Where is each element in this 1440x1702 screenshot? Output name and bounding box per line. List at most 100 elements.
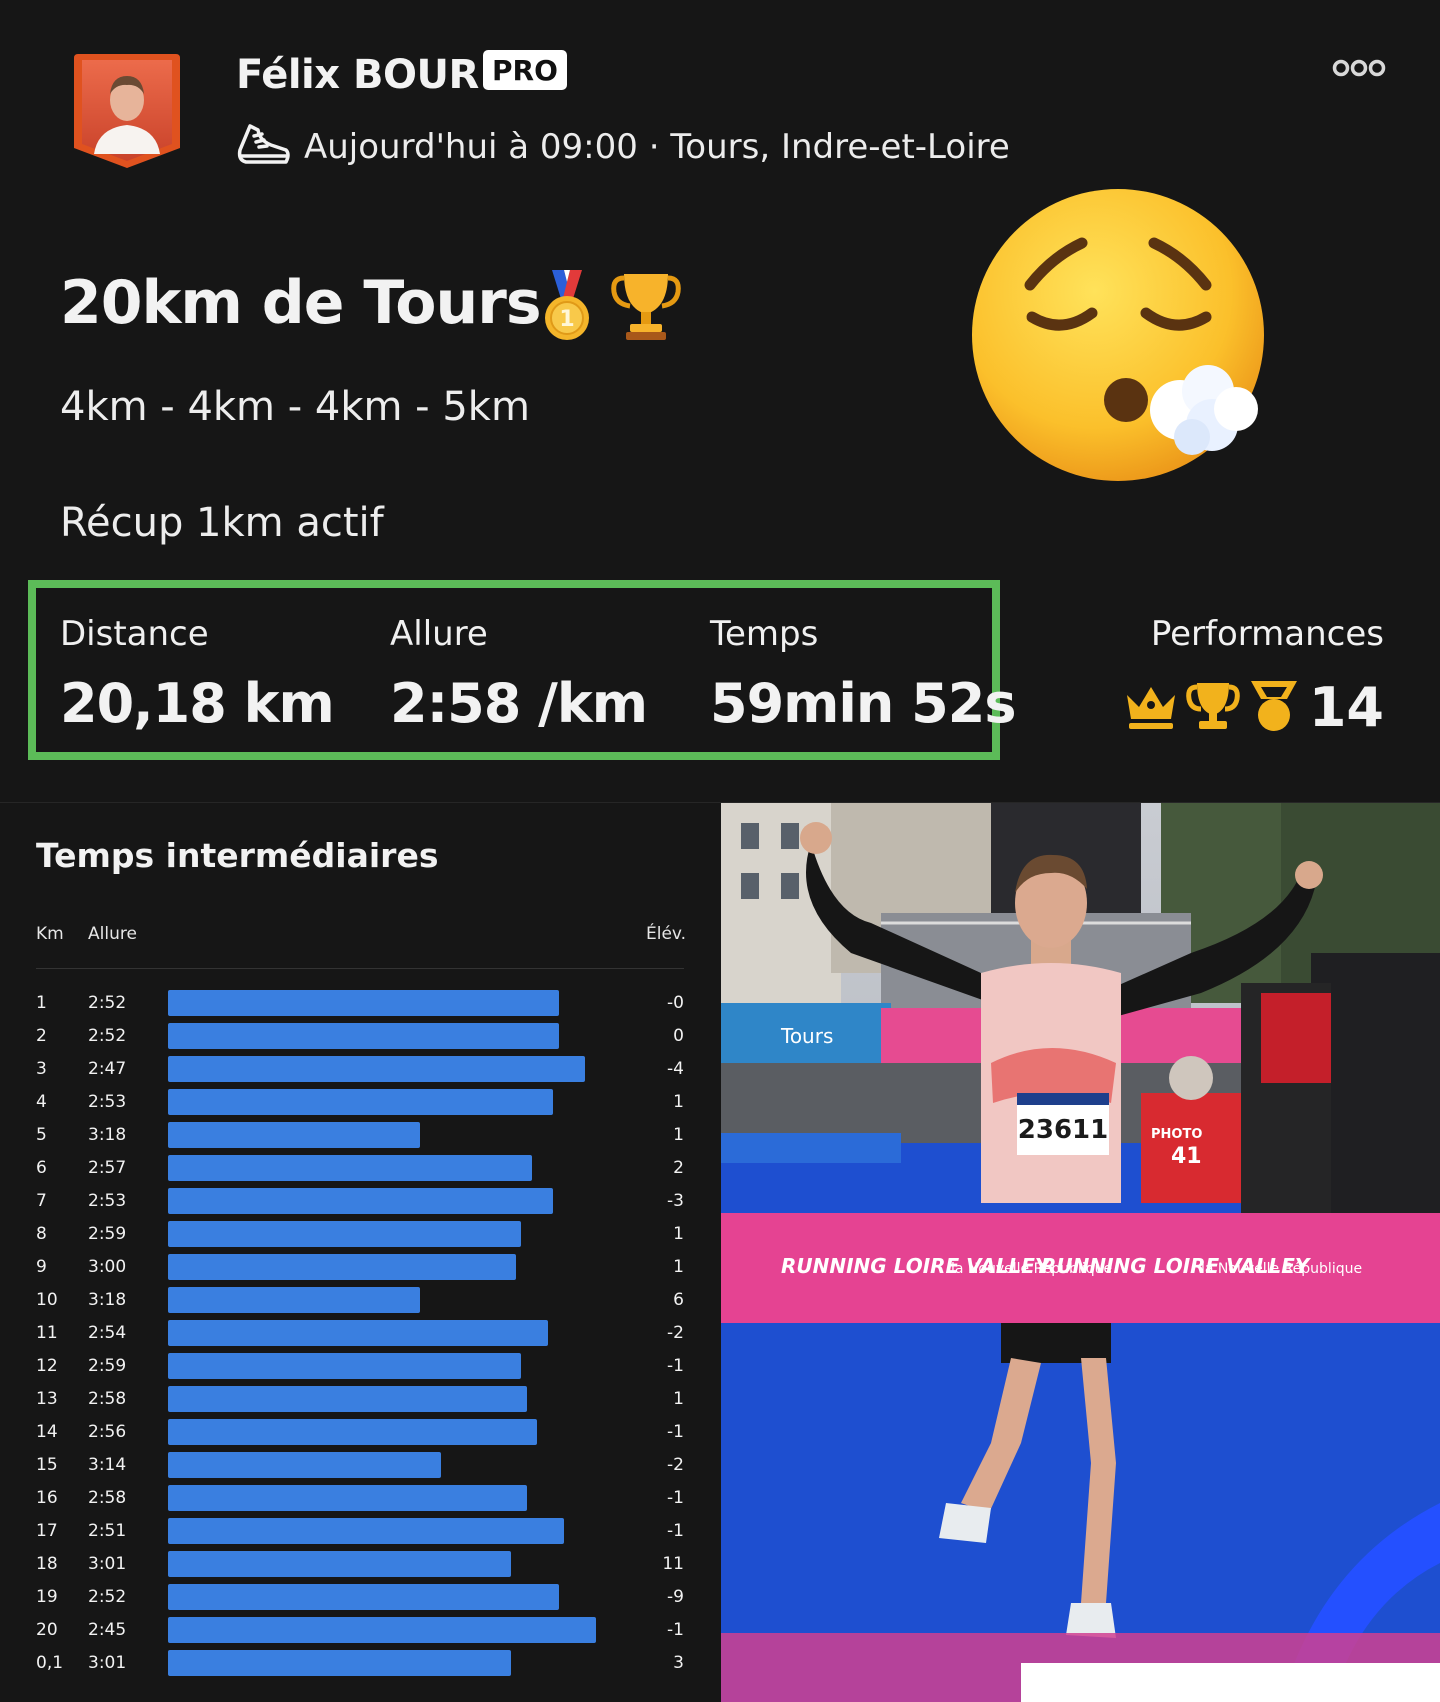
first-place-medal-icon: 1 [540,268,594,348]
split-pace: 2:57 [88,1158,127,1178]
split-pace-bar [168,1287,420,1313]
split-pace-bar [168,1551,511,1577]
split-km: 5 [36,1125,47,1145]
split-elevation: -9 [667,1587,684,1607]
split-elevation: 1 [673,1389,684,1409]
more-dots-icon[interactable] [1332,58,1386,82]
split-pace-bar [168,1485,527,1511]
splits-col-elev: Élév. [646,924,687,944]
split-elevation: 0 [673,1026,684,1046]
split-pace: 2:47 [88,1059,127,1079]
split-elevation: 1 [673,1092,684,1112]
split-elevation: 1 [673,1257,684,1277]
split-pace: 2:45 [88,1620,127,1640]
photographer-bib: 41 [1171,1144,1202,1169]
activity-meta: Aujourd'hui à 09:00 · Tours, Indre-et-Lo… [304,127,1010,167]
split-pace: 2:54 [88,1323,127,1343]
banner-sponsor-text-2: la Nouvelle République [1201,1261,1362,1277]
split-pace: 2:53 [88,1092,127,1112]
city-sign-text: Tours [780,1024,833,1048]
split-pace-bar [168,1320,548,1346]
split-pace: 3:01 [88,1653,127,1673]
split-km: 11 [36,1323,58,1343]
split-pace: 2:56 [88,1422,127,1442]
split-pace: 2:52 [88,1587,127,1607]
split-elevation: -3 [667,1191,684,1211]
split-elevation: 6 [673,1290,684,1310]
split-km: 20 [36,1620,58,1640]
race-finish-photo[interactable]: Tours PHOTO 41 23611 RUNNING LOIRE VALLE… [721,803,1440,1702]
split-km: 15 [36,1455,58,1475]
split-elevation: -0 [667,993,684,1013]
split-pace-bar [168,1188,553,1214]
time-label: Temps [710,614,819,654]
split-km: 0,1 [36,1653,64,1673]
split-km: 18 [36,1554,58,1574]
split-km: 2 [36,1026,47,1046]
splits-col-pace: Allure [88,924,137,944]
split-row: 15 3:14 -2 [36,1451,684,1479]
split-pace-bar [168,1089,553,1115]
split-elevation: 2 [673,1158,684,1178]
split-pace-bar [168,1617,596,1643]
split-km: 10 [36,1290,58,1310]
split-elevation: -1 [667,1620,684,1640]
split-pace-bar [168,1584,559,1610]
split-row: 0,1 3:01 3 [36,1649,684,1677]
activity-meta-row: Aujourd'hui à 09:00 · Tours, Indre-et-Lo… [234,120,1010,174]
split-pace-bar [168,1386,527,1412]
split-row: 17 2:51 -1 [36,1517,684,1545]
splits-col-km: Km [36,924,64,944]
split-km: 1 [36,993,47,1013]
pace-label: Allure [390,614,488,654]
split-pace: 2:59 [88,1356,127,1376]
split-pace-bar [168,1155,532,1181]
split-km: 14 [36,1422,58,1442]
performances-label[interactable]: Performances [1151,614,1384,654]
split-km: 17 [36,1521,58,1541]
trophy-icon [1185,679,1241,737]
split-km: 19 [36,1587,58,1607]
medal-icon [1247,679,1301,737]
split-pace: 3:01 [88,1554,127,1574]
split-row: 10 3:18 6 [36,1286,684,1314]
split-km: 6 [36,1158,47,1178]
split-pace-bar [168,1056,585,1082]
athlete-avatar[interactable] [72,50,182,170]
split-pace: 2:53 [88,1191,127,1211]
time-value: 59min 52s [710,672,1016,735]
split-km: 3 [36,1059,47,1079]
split-km: 16 [36,1488,58,1508]
split-km: 9 [36,1257,47,1277]
crown-icon [1123,681,1179,735]
pro-badge: PRO [483,50,567,90]
press-label: PHOTO [1151,1127,1202,1142]
split-elevation: -1 [667,1356,684,1376]
split-pace: 3:00 [88,1257,127,1277]
split-km: 4 [36,1092,47,1112]
split-row: 11 2:54 -2 [36,1319,684,1347]
split-row: 8 2:59 1 [36,1220,684,1248]
distance-value: 20,18 km [60,672,335,735]
description-line-2: Récup 1km actif [60,500,384,546]
description-line-1: 4km - 4km - 4km - 5km [60,384,530,430]
split-pace: 2:52 [88,1026,127,1046]
split-pace-bar [168,1419,537,1445]
split-elevation: -1 [667,1488,684,1508]
split-row: 12 2:59 -1 [36,1352,684,1380]
split-km: 8 [36,1224,47,1244]
performances-row[interactable]: 14 [1123,676,1384,739]
split-elevation: 1 [673,1224,684,1244]
svg-text:1: 1 [559,307,574,332]
split-row: 2 2:52 0 [36,1022,684,1050]
split-elevation: -2 [667,1455,684,1475]
split-row: 1 2:52 -0 [36,989,684,1017]
split-pace-bar [168,1518,564,1544]
split-pace-bar [168,1122,420,1148]
split-row: 19 2:52 -9 [36,1583,684,1611]
split-elevation: -1 [667,1422,684,1442]
pace-value: 2:58 /km [390,672,648,735]
athlete-name[interactable]: Félix BOUR [236,52,479,98]
split-row: 16 2:58 -1 [36,1484,684,1512]
split-elevation: 3 [673,1653,684,1673]
